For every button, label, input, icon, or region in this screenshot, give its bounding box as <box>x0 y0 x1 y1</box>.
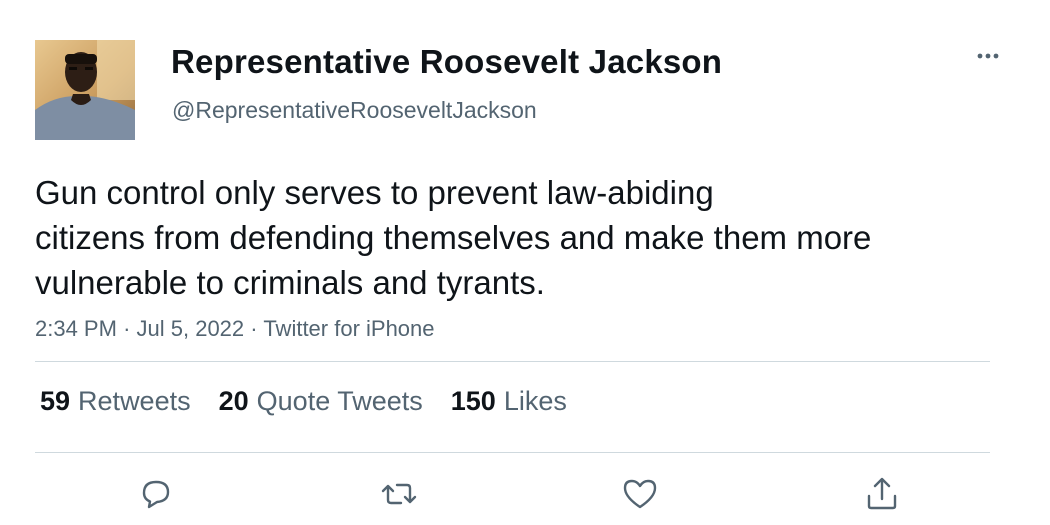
more-horizontal-icon <box>977 53 999 59</box>
retweets-stat[interactable]: 59 Retweets <box>40 386 191 417</box>
more-options-button[interactable] <box>970 44 1006 68</box>
quote-tweets-count: 20 <box>218 386 249 416</box>
likes-label: Likes <box>503 386 567 416</box>
share-icon <box>867 477 897 510</box>
divider <box>35 361 990 362</box>
like-button[interactable] <box>620 474 660 514</box>
share-button[interactable] <box>862 474 902 514</box>
tweet-stats: 59 Retweets 20 Quote Tweets 150 Likes <box>40 386 595 417</box>
likes-count: 150 <box>450 386 496 416</box>
tweet-text-line: citizens from defending themselves and m… <box>35 219 872 256</box>
like-icon <box>623 479 657 509</box>
reply-button[interactable] <box>136 474 176 514</box>
reply-icon <box>142 480 170 509</box>
author-handle[interactable]: @RepresentativeRooseveltJackson <box>172 97 537 124</box>
tweet-time[interactable]: 2:34 PM <box>35 316 117 341</box>
divider <box>35 452 990 453</box>
retweets-label: Retweets <box>78 386 191 416</box>
quote-tweets-stat[interactable]: 20 Quote Tweets <box>219 386 423 417</box>
tweet-source[interactable]: Twitter for iPhone <box>263 316 434 341</box>
retweet-icon <box>381 483 417 505</box>
tweet-text-line: vulnerable to criminals and tyrants. <box>35 264 545 301</box>
retweet-button[interactable] <box>379 474 419 514</box>
tweet-meta: 2:34 PM · Jul 5, 2022 · Twitter for iPho… <box>35 316 435 342</box>
quote-tweets-label: Quote Tweets <box>256 386 423 416</box>
avatar-photo <box>35 40 135 140</box>
tweet-text: Gun control only serves to prevent law-a… <box>35 170 995 305</box>
tweet-text-line: Gun control only serves to prevent law-a… <box>35 174 714 211</box>
likes-stat[interactable]: 150 Likes <box>451 386 567 417</box>
tweet-card: Representative Roosevelt Jackson @Repres… <box>0 0 1050 525</box>
meta-separator: · <box>123 316 131 341</box>
author-display-name[interactable]: Representative Roosevelt Jackson <box>171 43 722 81</box>
meta-separator: · <box>250 316 258 341</box>
tweet-date[interactable]: Jul 5, 2022 <box>137 316 245 341</box>
retweets-count: 59 <box>40 386 71 416</box>
avatar[interactable] <box>35 40 135 140</box>
